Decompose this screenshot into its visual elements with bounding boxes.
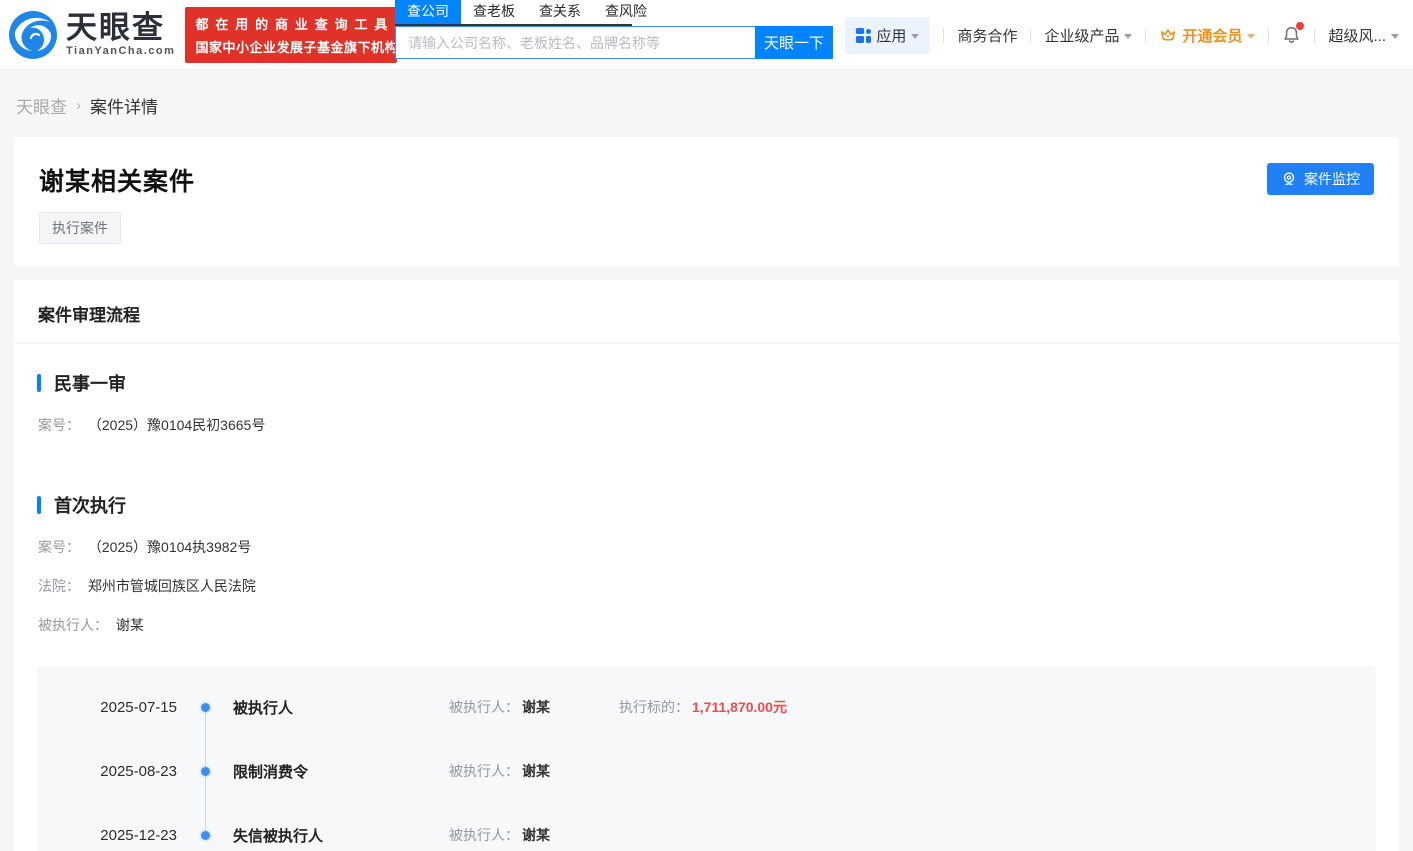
timeline-date: 2025-12-23	[37, 827, 177, 844]
page-title: 谢某相关案件	[39, 162, 1374, 198]
stage-first-execution: 首次执行 案号： （2025）豫0104执3982号 法院： 郑州市管城回族区人…	[37, 492, 1376, 635]
field-case-number: 案号： （2025）豫0104执3982号	[38, 537, 1376, 557]
search-button[interactable]: 天眼一下	[755, 26, 833, 59]
breadcrumb: 天眼查 › 案件详情	[14, 70, 1399, 137]
nav-business-cooperation[interactable]: 商务合作	[957, 25, 1017, 46]
target-label: 执行标的：	[619, 699, 689, 715]
nav-super-risk[interactable]: 超级风...	[1328, 25, 1399, 46]
timeline-dot-icon	[201, 831, 210, 840]
top-header: 天眼查 TianYanCha.com 都在用的商业查询工具 国家中小企业发展子基…	[0, 0, 1413, 70]
chevron-down-icon	[911, 34, 919, 39]
tab-search-company[interactable]: 查公司	[395, 0, 461, 24]
party-value: 谢某	[522, 699, 550, 715]
vip-crown-icon	[1159, 26, 1177, 44]
tab-search-boss[interactable]: 查老板	[461, 0, 527, 24]
party-value: 谢某	[522, 763, 550, 779]
breadcrumb-home[interactable]: 天眼查	[16, 93, 67, 118]
search-block: 查公司 查老板 查关系 查风险 天眼一下	[395, 0, 833, 59]
stage-accent-bar	[37, 374, 41, 392]
execution-timeline: 2025-07-15 被执行人 被执行人：谢某 执行标的：1,711,870.0…	[37, 666, 1376, 851]
monitor-camera-icon	[1281, 171, 1297, 187]
brand-slogan-badge: 都在用的商业查询工具 国家中小企业发展子基金旗下机构	[185, 7, 397, 63]
timeline-event: 失信被执行人	[233, 825, 449, 846]
timeline-date: 2025-07-15	[37, 699, 177, 716]
chevron-down-icon	[1247, 34, 1255, 39]
party-label: 被执行人：	[449, 763, 519, 779]
notification-bell[interactable]	[1282, 25, 1301, 45]
nav-divider	[1030, 28, 1031, 43]
logo-title: 天眼查	[66, 12, 175, 43]
chevron-down-icon	[1124, 34, 1132, 39]
notification-dot	[1296, 22, 1304, 30]
tianyancha-logo[interactable]: 天眼查 TianYanCha.com	[8, 10, 175, 60]
party-label: 被执行人：	[449, 827, 519, 843]
badge-line2: 国家中小企业发展子基金旗下机构	[195, 37, 387, 56]
timeline-item-executee: 2025-07-15 被执行人 被执行人：谢某 执行标的：1,711,870.0…	[37, 675, 1376, 739]
nav-divider	[1268, 28, 1269, 43]
case-type-tag: 执行案件	[39, 212, 121, 244]
field-court: 法院： 郑州市管城回族区人民法院	[38, 576, 1376, 596]
header-nav: 应用 商务合作 企业级产品 开通会员	[845, 0, 1399, 70]
timeline-event: 被执行人	[233, 697, 449, 718]
search-input[interactable]	[395, 26, 755, 59]
case-monitor-button[interactable]: 案件监控	[1267, 163, 1374, 195]
nav-divider	[1314, 28, 1315, 43]
timeline-dot-icon	[201, 767, 210, 776]
field-executee: 被执行人： 谢某	[38, 615, 1376, 635]
stage-title: 民事一审	[54, 370, 126, 396]
breadcrumb-separator-icon: ›	[76, 97, 81, 114]
timeline-dot-icon	[201, 703, 210, 712]
timeline-item-dishonest-executee: 2025-12-23 失信被执行人 被执行人：谢某	[37, 803, 1376, 851]
nav-enterprise-products[interactable]: 企业级产品	[1044, 25, 1132, 46]
stage-accent-bar	[37, 496, 41, 514]
logo-subtitle: TianYanCha.com	[66, 46, 175, 57]
target-amount: 1,711,870.00元	[692, 699, 787, 715]
apps-grid-icon	[856, 28, 871, 43]
field-case-number: 案号： （2025）豫0104民初3665号	[38, 415, 1376, 435]
case-title-card: 谢某相关案件 执行案件 案件监控	[14, 137, 1399, 266]
timeline-item-consumption-restriction: 2025-08-23 限制消费令 被执行人：谢某	[37, 739, 1376, 803]
case-process-card: 案件审理流程 民事一审 案号： （2025）豫0104民初3665号 首次执行 …	[14, 280, 1399, 851]
breadcrumb-current: 案件详情	[90, 93, 158, 118]
nav-apps-label: 应用	[876, 25, 906, 46]
nav-apps[interactable]: 应用	[845, 17, 930, 54]
party-label: 被执行人：	[449, 699, 519, 715]
tab-search-relation[interactable]: 查关系	[527, 0, 593, 24]
tab-search-risk[interactable]: 查风险	[593, 0, 659, 24]
chevron-down-icon	[1391, 34, 1399, 39]
badge-line1: 都在用的商业查询工具	[195, 14, 387, 33]
stage-title: 首次执行	[54, 492, 126, 518]
nav-divider	[1145, 28, 1146, 43]
timeline-date: 2025-08-23	[37, 763, 177, 780]
nav-divider	[943, 28, 944, 43]
stage-civil-first-trial: 民事一审 案号： （2025）豫0104民初3665号	[37, 370, 1376, 435]
nav-open-vip[interactable]: 开通会员	[1159, 25, 1255, 46]
party-value: 谢某	[522, 827, 550, 843]
tianyancha-logo-icon	[8, 10, 58, 60]
section-title: 案件审理流程	[14, 280, 1399, 344]
timeline-event: 限制消费令	[233, 761, 449, 782]
search-tabs: 查公司 查老板 查关系 查风险	[395, 0, 632, 26]
